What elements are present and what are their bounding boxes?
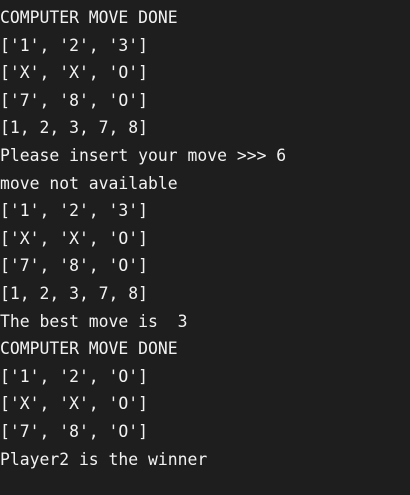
output-line-board-row-1: ['1', '2', '3'] — [0, 201, 149, 221]
output-line-move-not-available: move not available — [0, 173, 178, 193]
output-line-winner: Player2 is the winner — [0, 449, 208, 469]
terminal-output[interactable]: COMPUTER MOVE DONE ['1', '2', '3'] ['X',… — [0, 0, 410, 495]
output-line-board-row-1: ['1', '2', 'O'] — [0, 366, 149, 386]
output-line-computer-move-done: COMPUTER MOVE DONE — [0, 339, 178, 359]
output-line-board-row-3: ['7', '8', 'O'] — [0, 421, 149, 441]
output-line-board-row-2: ['X', 'X', 'O'] — [0, 63, 149, 83]
output-line-board-row-2: ['X', 'X', 'O'] — [0, 228, 149, 248]
output-line-available-moves: [1, 2, 3, 7, 8] — [0, 283, 149, 303]
output-line-board-row-3: ['7', '8', 'O'] — [0, 256, 149, 276]
output-line-board-row-2: ['X', 'X', 'O'] — [0, 394, 149, 414]
output-line-best-move: The best move is 3 — [0, 311, 188, 331]
output-line-board-row-1: ['1', '2', '3'] — [0, 35, 149, 55]
output-line-move-prompt: Please insert your move >>> 6 — [0, 145, 287, 165]
output-line-available-moves: [1, 2, 3, 7, 8] — [0, 118, 149, 138]
output-line-computer-move-done: COMPUTER MOVE DONE — [0, 8, 178, 27]
output-line-board-row-3: ['7', '8', 'O'] — [0, 90, 149, 110]
